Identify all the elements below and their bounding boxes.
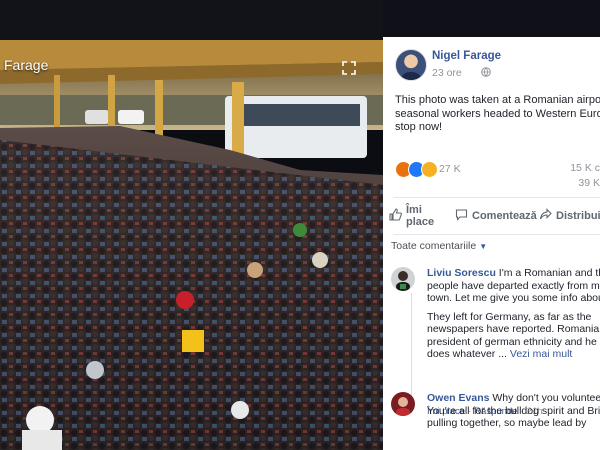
post-photo[interactable]: Farage — [0, 0, 383, 450]
commenter-name[interactable]: Owen Evans — [427, 392, 489, 404]
header-strip — [383, 0, 600, 37]
comment-button[interactable]: Comentează — [455, 202, 540, 232]
caret-down-icon: ▼ — [479, 242, 488, 251]
photo-caption: Farage — [4, 57, 49, 73]
author-avatar[interactable] — [395, 49, 427, 81]
crowd-photo — [0, 0, 383, 450]
engagement-counts: 15 K c 39 K — [570, 161, 600, 191]
wow-reaction-icon — [421, 161, 438, 178]
commenter-name[interactable]: Liviu Sorescu — [427, 267, 496, 279]
shares-count[interactable]: 39 K — [570, 176, 600, 191]
comments-count[interactable]: 15 K c — [570, 161, 600, 176]
divider — [393, 197, 600, 198]
commenter-avatar[interactable] — [391, 392, 415, 416]
share-button[interactable]: Distribuie — [539, 202, 600, 232]
post-actions: Îmi place Comentează Distribuie — [389, 202, 600, 232]
maximize-icon[interactable] — [341, 60, 357, 76]
globe-icon — [481, 67, 491, 77]
comment-label: Comentează — [472, 210, 537, 222]
post-text: This photo was taken at a Romanian airpo… — [395, 94, 600, 133]
comment-icon — [455, 209, 468, 221]
like-label: Îmi place — [406, 204, 435, 228]
commenter-avatar[interactable] — [391, 267, 415, 291]
post-timestamp[interactable]: 23 ore — [432, 67, 462, 79]
comment-text: Why don't you volunteer, Nigel? — [492, 392, 600, 404]
post-panel: Nigel Farage 23 ore This photo was taken… — [383, 37, 600, 450]
comment-body: Liviu Sorescu I'm a Romanian and these p… — [427, 267, 600, 361]
reactions-count: 27 K — [439, 163, 461, 175]
share-label: Distribuie — [556, 210, 600, 222]
see-more-link[interactable]: Vezi mai mult — [510, 348, 572, 360]
comment-body: Owen Evans Why don't you volunteer, Nige… — [427, 392, 600, 430]
like-icon — [389, 208, 402, 221]
share-icon — [539, 208, 552, 220]
comment-text-continued: You're all for the bulldog spirit and Br… — [427, 404, 600, 430]
like-button[interactable]: Îmi place — [389, 202, 444, 232]
comment-sort-dropdown[interactable]: Toate comentariile ▼ — [391, 240, 487, 252]
divider — [393, 234, 600, 235]
author-name[interactable]: Nigel Farage — [432, 50, 501, 62]
comment-sort-label: Toate comentariile — [391, 240, 477, 252]
